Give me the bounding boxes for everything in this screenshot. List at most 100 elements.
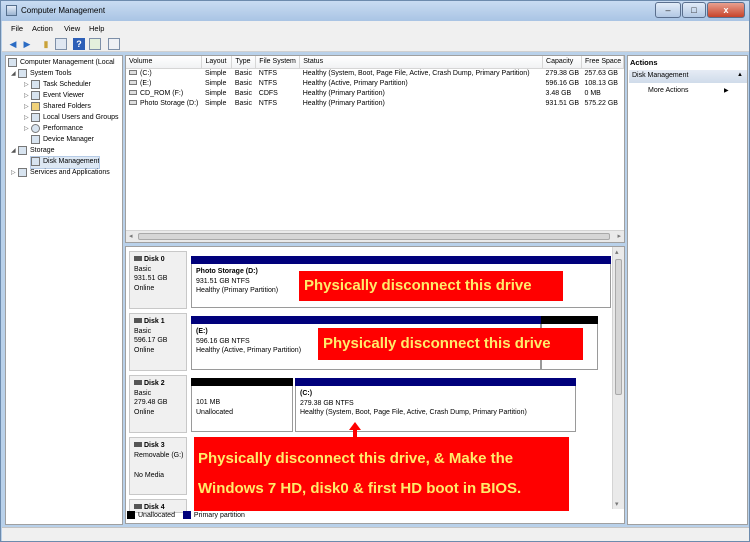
partition-status: Unallocated (196, 408, 233, 416)
expand-arrow-icon[interactable]: ▷ (24, 103, 31, 110)
disk-map-scrollbar[interactable]: ▴ ▾ (612, 247, 624, 509)
expand-arrow-icon[interactable]: ▷ (24, 114, 31, 121)
disk-icon (134, 380, 142, 385)
volume-list-scrollbar[interactable]: ◂ ▸ (126, 230, 624, 242)
callout-disconnect-disk0: Physically disconnect this drive (299, 271, 563, 301)
table-cell: 279.38 GB (545, 69, 579, 77)
menu-view[interactable]: View (64, 24, 80, 33)
callout-line: Windows 7 HD, disk0 & first HD boot in B… (198, 480, 522, 497)
menu-action[interactable]: Action (32, 24, 53, 33)
disk-type: Removable (G:) (134, 452, 184, 459)
table-row[interactable]: Photo Storage (D:) Simple Basic NTFS Hea… (126, 98, 624, 108)
disk-state: Online (134, 346, 155, 354)
users-icon (31, 113, 40, 122)
tree-item-storage[interactable]: ◢ Storage (11, 146, 55, 157)
tools-icon (18, 69, 27, 78)
forward-icon[interactable]: ▶ (21, 38, 33, 50)
disk-name: Disk 3 (144, 442, 165, 449)
table-cell: 0 MB (584, 89, 601, 97)
export-icon[interactable] (89, 38, 101, 50)
unallocated-swatch (127, 511, 135, 519)
clock-icon (31, 80, 40, 89)
unallocated-partition[interactable]: 101 MB Unallocated (191, 378, 293, 432)
scroll-up-icon[interactable]: ▴ (615, 248, 619, 256)
disk-icon (134, 256, 142, 261)
column-header[interactable]: Status (299, 56, 544, 69)
table-cell: NTFS (258, 99, 278, 107)
partition-bar (191, 256, 611, 264)
up-folder-icon[interactable]: ▮ (40, 38, 52, 50)
partition-name: Photo Storage (D:) (196, 268, 258, 275)
title-bar: Computer Management – □ x (1, 1, 749, 21)
expand-arrow-icon[interactable]: ▷ (24, 125, 31, 132)
tree-item-local-users[interactable]: ▷ Local Users and Groups (24, 113, 118, 124)
partition-status: Healthy (Active, Primary Partition) (196, 347, 302, 354)
tree-item-shared-folders[interactable]: ▷ Shared Folders (24, 102, 91, 113)
minimize-button[interactable]: – (655, 2, 681, 18)
scroll-down-icon[interactable]: ▾ (615, 500, 619, 508)
close-button[interactable]: x (707, 2, 745, 18)
actions-title: Actions (630, 58, 658, 67)
column-header[interactable]: File System (255, 56, 301, 69)
view-icon[interactable] (108, 38, 120, 50)
scroll-right-icon[interactable]: ▸ (617, 232, 621, 240)
disk-size: 279.48 GB (134, 399, 168, 406)
collapse-arrow-icon[interactable]: ◢ (11, 70, 18, 77)
properties-icon[interactable] (55, 38, 67, 50)
menu-bar: File Action View Help (2, 21, 749, 36)
performance-icon (31, 124, 40, 133)
menu-file[interactable]: File (11, 24, 23, 33)
partition[interactable]: (C:) 279.38 GB NTFS Healthy (System, Boo… (295, 378, 576, 432)
tree-item-root[interactable]: Computer Management (Local (8, 58, 115, 69)
table-cell: CDFS (258, 89, 278, 97)
tree-item-performance[interactable]: ▷ Performance (24, 124, 83, 135)
event-viewer-icon (31, 91, 40, 100)
disk-icon (134, 318, 142, 323)
app-window: Computer Management – □ x File Action Vi… (0, 0, 750, 542)
partition-size: 279.38 GB NTFS (300, 399, 354, 407)
expand-arrow-icon[interactable]: ▷ (11, 169, 18, 176)
maximize-button[interactable]: □ (682, 2, 706, 18)
scrollbar-thumb[interactable] (615, 259, 622, 395)
help-icon[interactable]: ? (73, 38, 85, 50)
more-actions-link[interactable]: More Actions ▶ (648, 87, 729, 94)
disk-info: Disk 0 Basic 931.51 GB Online (129, 251, 187, 309)
column-header[interactable]: Type (231, 56, 257, 69)
status-bar (2, 527, 749, 541)
back-icon[interactable]: ◀ (7, 38, 19, 50)
collapse-icon[interactable]: ▲ (737, 72, 743, 78)
scroll-left-icon[interactable]: ◂ (129, 232, 133, 240)
column-header[interactable]: Volume (126, 56, 203, 69)
cd-drive-icon (129, 89, 137, 95)
table-row[interactable]: CD_ROM (F:) Simple Basic CDFS Healthy (P… (126, 88, 624, 98)
collapse-arrow-icon[interactable]: ◢ (11, 147, 18, 154)
computer-icon (8, 58, 17, 67)
scrollbar-thumb[interactable] (138, 233, 610, 240)
tree-item-task-scheduler[interactable]: ▷ Task Scheduler (24, 80, 91, 91)
table-cell: NTFS (258, 79, 278, 87)
tree-item-system-tools[interactable]: ◢ System Tools (11, 69, 72, 80)
disk-row[interactable]: Disk 2 Basic 279.48 GB Online 101 MB Una… (126, 375, 612, 433)
disk-management-icon (31, 157, 40, 166)
callout-arrow-stem (353, 429, 357, 438)
column-header[interactable]: Layout (201, 56, 233, 69)
column-header[interactable]: Free Space (581, 56, 624, 69)
tree-item-event-viewer[interactable]: ▷ Event Viewer (24, 91, 84, 102)
tree-item-disk-management[interactable]: Disk Management (29, 156, 101, 169)
navigation-tree: Computer Management (Local ◢ System Tools… (5, 55, 123, 525)
volume-name: CD_ROM (F:) (126, 88, 202, 98)
tree-item-services[interactable]: ▷ Services and Applications (11, 168, 110, 179)
partition-status: Healthy (Primary Partition) (196, 287, 279, 294)
computer-management-icon (6, 5, 17, 16)
menu-help[interactable]: Help (89, 24, 104, 33)
partition-name: (E:) (196, 328, 208, 335)
column-header[interactable]: Capacity (542, 56, 582, 69)
table-row[interactable]: (C:) Simple Basic NTFS Healthy (System, … (126, 68, 624, 78)
tree-item-device-manager[interactable]: Device Manager (31, 135, 94, 146)
actions-section-header[interactable]: Disk Management ▲ (629, 70, 747, 83)
disk-info: Disk 1 Basic 596.17 GB Online (129, 313, 187, 371)
expand-arrow-icon[interactable]: ▷ (24, 81, 31, 88)
storage-icon (18, 146, 27, 155)
table-row[interactable]: (E:) Simple Basic NTFS Healthy (Active, … (126, 78, 624, 88)
expand-arrow-icon[interactable]: ▷ (24, 92, 31, 99)
